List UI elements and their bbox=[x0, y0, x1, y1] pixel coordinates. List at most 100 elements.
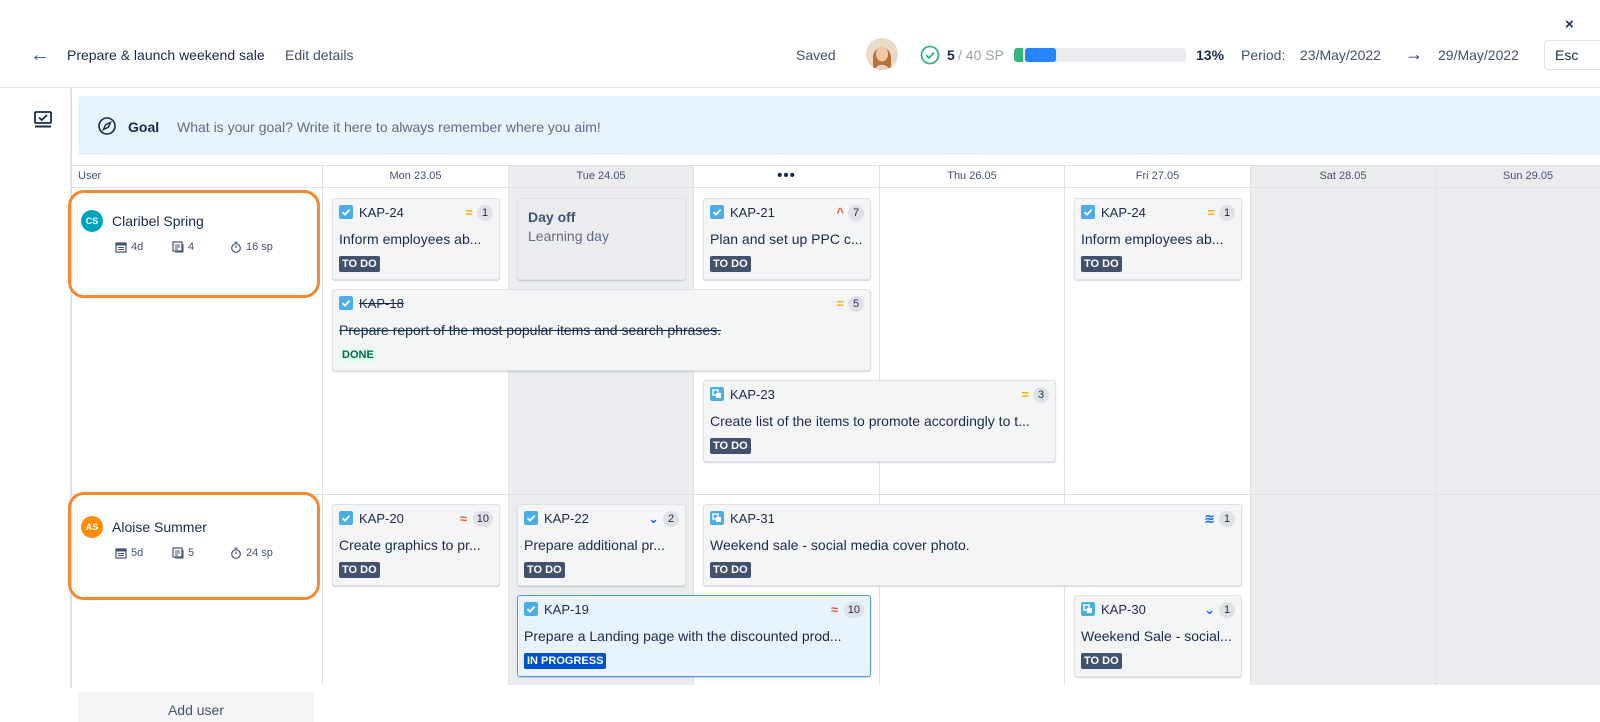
status-badge: TO DO bbox=[1081, 653, 1122, 669]
check-circle-icon bbox=[920, 45, 940, 65]
user-name: Claribel Spring bbox=[112, 213, 204, 229]
column-header-user: User bbox=[78, 170, 102, 182]
priority-medium-icon: = bbox=[1207, 205, 1215, 220]
issue-summary: Create list of the items to promote acco… bbox=[710, 413, 1030, 429]
task-checkbox-icon bbox=[339, 296, 353, 310]
issues-icon bbox=[172, 547, 184, 559]
issue-card[interactable]: KAP-23 = 3 Create list of the items to prom… bbox=[703, 380, 1056, 462]
task-checkbox-icon bbox=[524, 602, 538, 616]
avatar: CS bbox=[81, 210, 103, 232]
issue-card[interactable]: KAP-18 = 5 Prepare report of the most popul… bbox=[332, 289, 871, 371]
user-days-stat: 5d bbox=[115, 547, 143, 559]
sprint-progress-bar bbox=[1014, 48, 1186, 62]
column-header-day: Tue 24.05 bbox=[576, 170, 626, 182]
issue-key[interactable]: KAP-22 bbox=[544, 511, 589, 526]
issue-card[interactable]: KAP-21 ^ 7 Plan and set up PPC c... TO DO bbox=[703, 198, 871, 280]
story-points-badge: 10 bbox=[472, 511, 493, 527]
task-checkbox-icon bbox=[339, 205, 353, 219]
priority-high-icon: ^ bbox=[836, 205, 844, 220]
card-header: KAP-18 = 5 bbox=[339, 295, 864, 313]
status-badge: TO DO bbox=[524, 562, 565, 578]
issue-key[interactable]: KAP-31 bbox=[730, 511, 775, 526]
period-label: Period: bbox=[1241, 47, 1286, 63]
issue-card[interactable]: KAP-24 = 1 Inform employees ab... TO DO bbox=[1074, 198, 1242, 280]
issue-key[interactable]: KAP-20 bbox=[359, 511, 404, 526]
progress-percent: 13% bbox=[1196, 47, 1225, 63]
task-checkbox-icon bbox=[339, 511, 353, 525]
sp-total: / 40 SP bbox=[958, 47, 1004, 63]
issue-key[interactable]: KAP-23 bbox=[730, 387, 775, 402]
issue-key[interactable]: KAP-30 bbox=[1101, 602, 1146, 617]
avatar[interactable] bbox=[866, 38, 898, 70]
collapsed-day-more-icon[interactable]: ••• bbox=[694, 167, 879, 187]
period-end-date[interactable]: 29/May/2022 bbox=[1438, 47, 1519, 63]
issue-key[interactable]: KAP-24 bbox=[359, 205, 404, 220]
user-days: 4d bbox=[131, 241, 144, 253]
story-points-badge: 3 bbox=[1033, 387, 1049, 403]
priority-medium-icon: = bbox=[1021, 387, 1029, 402]
user-row-header[interactable]: AS Aloise Summer 5d 5 24 sp bbox=[68, 492, 320, 600]
user-row-header[interactable]: CS Claribel Spring 4d 4 16 sp bbox=[68, 190, 320, 298]
user-days-stat: 4d bbox=[115, 241, 143, 253]
issue-summary: Inform employees ab... bbox=[1081, 231, 1224, 247]
card-header: KAP-31 ≋ 1 bbox=[710, 510, 1235, 528]
sp-done-count: 5 bbox=[947, 47, 955, 63]
story-points-badge: 1 bbox=[1219, 511, 1235, 527]
sprint-title: Prepare & launch weekend sale bbox=[67, 47, 265, 63]
issue-card[interactable]: KAP-30 ⌄ 1 Weekend Sale - social... TO DO bbox=[1074, 595, 1242, 677]
issue-card[interactable]: KAP-20 ≈10 Create graphics to pr... TO DO bbox=[332, 504, 500, 586]
column-header-day: Thu 26.05 bbox=[947, 170, 997, 182]
planner-root: { "header": { "close_label": "×", "title… bbox=[0, 0, 1600, 722]
day-off-subtitle: Learning day bbox=[528, 228, 609, 244]
subtask-icon bbox=[710, 511, 724, 525]
rail-divider bbox=[70, 88, 72, 688]
issue-summary: Prepare report of the most popular items… bbox=[339, 322, 722, 338]
goal-input[interactable]: What is your goal? Write it here to alwa… bbox=[177, 119, 601, 135]
grid-line bbox=[322, 165, 323, 685]
period-start-date[interactable]: 23/May/2022 bbox=[1300, 47, 1381, 63]
monitor-checklist-icon[interactable] bbox=[33, 110, 53, 130]
priority-medium-icon: = bbox=[836, 296, 844, 311]
close-icon[interactable]: × bbox=[1565, 16, 1574, 33]
priority-low-icon: ⌄ bbox=[648, 511, 659, 526]
arrow-right-icon: → bbox=[1405, 44, 1423, 64]
issue-summary: Weekend Sale - social... bbox=[1081, 628, 1232, 644]
edit-details-link[interactable]: Edit details bbox=[285, 47, 353, 63]
issue-card[interactable]: KAP-19 ≈10 Prepare a Landing page with the… bbox=[517, 595, 871, 677]
card-header: KAP-21 ^ 7 bbox=[710, 204, 864, 222]
task-checkbox-icon bbox=[710, 205, 724, 219]
weekend-column-shade bbox=[1250, 165, 1600, 685]
column-header-day: Fri 27.05 bbox=[1135, 170, 1180, 182]
issue-key[interactable]: KAP-21 bbox=[730, 205, 775, 220]
user-issues-stat: 5 bbox=[172, 547, 194, 559]
back-arrow-icon[interactable]: ← bbox=[30, 44, 50, 66]
compass-icon bbox=[98, 117, 116, 135]
card-header: KAP-30 ⌄ 1 bbox=[1081, 601, 1235, 619]
user-issues-stat: 4 bbox=[172, 241, 194, 253]
card-header: KAP-20 ≈10 bbox=[339, 510, 493, 528]
grid-line bbox=[1435, 165, 1436, 685]
subtask-icon bbox=[1081, 602, 1095, 616]
calendar-icon bbox=[115, 242, 127, 253]
subtask-icon bbox=[710, 387, 724, 401]
day-off-card[interactable]: Day off Learning day bbox=[517, 198, 686, 280]
priority-low-icon: ⌄ bbox=[1204, 602, 1215, 617]
issue-key[interactable]: KAP-18 bbox=[359, 296, 404, 311]
add-user-button[interactable]: Add user bbox=[78, 692, 314, 722]
top-bar: × ← Prepare & launch weekend sale Edit d… bbox=[0, 0, 1600, 88]
esc-button[interactable]: Esc bbox=[1544, 40, 1600, 70]
status-badge: IN PROGRESS bbox=[524, 653, 607, 669]
user-issues: 4 bbox=[188, 241, 195, 253]
issue-summary: Prepare a Landing page with the discount… bbox=[524, 628, 842, 644]
issue-key[interactable]: KAP-24 bbox=[1101, 205, 1146, 220]
issue-card[interactable]: KAP-22 ⌄ 2 Prepare additional pr... TO DO bbox=[517, 504, 686, 586]
issues-icon bbox=[172, 241, 184, 253]
issue-key[interactable]: KAP-19 bbox=[544, 602, 589, 617]
issue-card[interactable]: KAP-31 ≋ 1 Weekend sale - social media cove… bbox=[703, 504, 1242, 586]
user-issues: 5 bbox=[188, 547, 195, 559]
card-header: KAP-22 ⌄ 2 bbox=[524, 510, 679, 528]
grid-line bbox=[1064, 165, 1065, 685]
story-points-badge: 1 bbox=[1219, 602, 1235, 618]
issue-card[interactable]: KAP-24 = 1 Inform employees ab... TO DO bbox=[332, 198, 500, 280]
column-header-day: Sun 29.05 bbox=[1502, 170, 1554, 182]
